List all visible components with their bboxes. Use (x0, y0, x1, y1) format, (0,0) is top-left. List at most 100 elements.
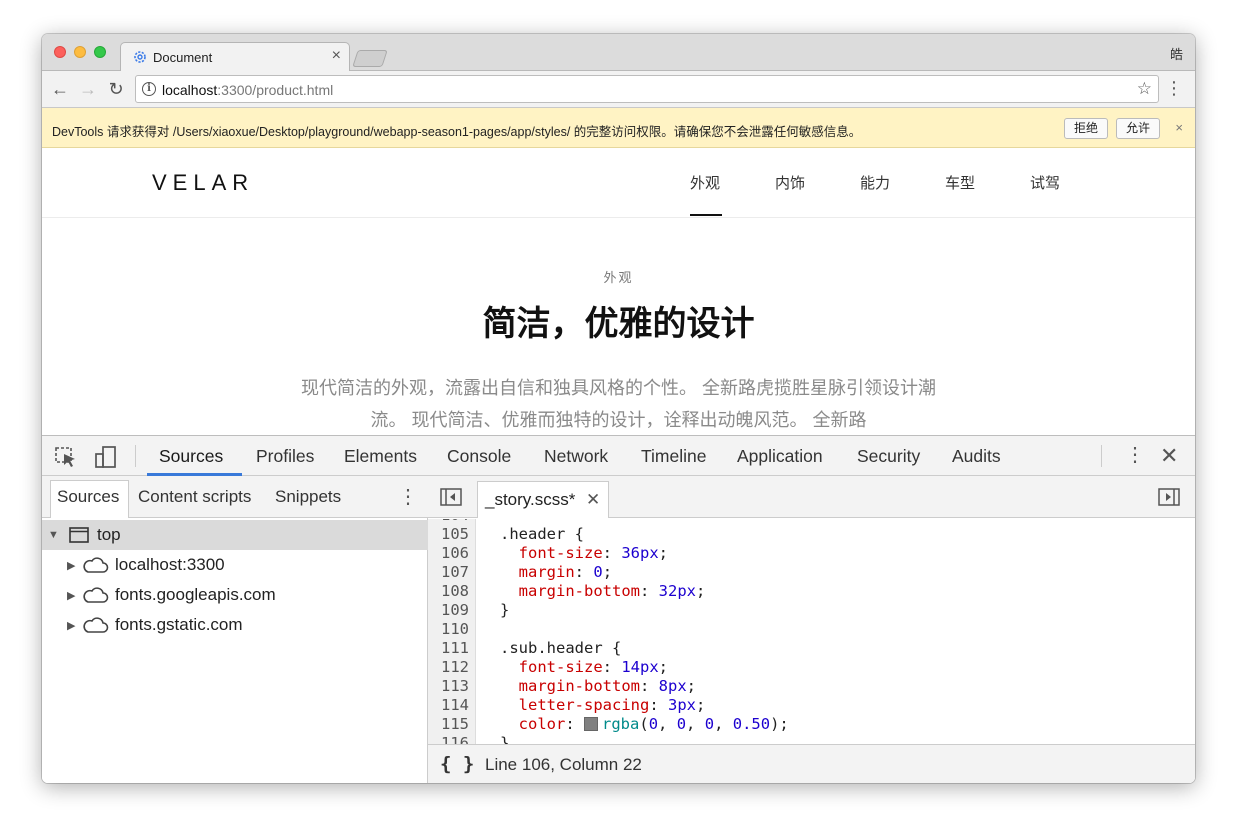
show-navigator-icon[interactable] (440, 488, 462, 506)
code-line[interactable]: 105 .header { (428, 525, 1195, 544)
code-token: font-size (518, 658, 603, 676)
expand-arrow-icon[interactable]: ▶ (67, 619, 75, 632)
address-bar[interactable]: i localhost:3300/product.html ☆ (135, 75, 1159, 103)
code-area[interactable]: 104105.header {106 font-size: 36px;107 m… (428, 519, 1195, 745)
code-text: margin: 0; (500, 563, 612, 581)
allow-button[interactable]: 允许 (1116, 118, 1161, 139)
tab-audits[interactable]: Audits (952, 446, 1001, 467)
nav-link-capability[interactable]: 能力 (860, 172, 890, 193)
code-line[interactable]: 115 color: rgba(0, 0, 0, 0.50); (428, 715, 1195, 734)
deny-button[interactable]: 拒绝 (1064, 118, 1109, 139)
code-text: margin-bottom: 32px; (500, 582, 706, 600)
code-line[interactable]: 110 (428, 620, 1195, 639)
tab-console[interactable]: Console (447, 446, 511, 467)
code-token: ; (686, 677, 697, 695)
new-tab-button[interactable] (352, 50, 388, 67)
editor-file-tab[interactable]: _story.scss* ✕ (477, 481, 609, 518)
code-line[interactable]: 106 font-size: 36px; (428, 544, 1195, 563)
back-icon[interactable]: ← (49, 78, 71, 100)
line-number[interactable]: 109 (428, 601, 469, 619)
tree-item-fonts-googleapis[interactable]: ▶ fonts.googleapis.com (42, 580, 428, 610)
devtools-menu-icon[interactable]: ⋮ (1125, 444, 1145, 466)
nav-link-interior[interactable]: 内饰 (775, 172, 805, 193)
line-number[interactable]: 105 (428, 525, 469, 543)
infobar-close-icon[interactable]: × (1175, 120, 1183, 135)
navigator-tab-sources[interactable]: Sources (57, 487, 119, 507)
devtools-toolbar: Sources Profiles Elements Console Networ… (42, 436, 1195, 476)
code-token: 36px (621, 544, 659, 562)
code-token: ; (696, 582, 706, 600)
code-text: } (500, 601, 509, 619)
reload-icon[interactable]: ↻ (105, 78, 127, 100)
browser-tab[interactable]: Document × (120, 42, 350, 72)
code-token: } (500, 601, 510, 619)
cloud-icon (83, 587, 109, 603)
code-line[interactable]: 108 margin-bottom: 32px; (428, 582, 1195, 601)
show-debugger-icon[interactable] (1158, 488, 1180, 506)
bookmark-star-icon[interactable]: ☆ (1137, 79, 1152, 99)
code-token: : (574, 563, 594, 581)
zoom-window-button[interactable] (94, 46, 106, 58)
code-token: ; (658, 544, 669, 562)
color-swatch-icon[interactable] (584, 717, 599, 731)
nav-link-exterior[interactable]: 外观 (690, 172, 720, 193)
tab-elements[interactable]: Elements (344, 446, 417, 467)
code-line[interactable]: 114 letter-spacing: 3px; (428, 696, 1195, 715)
code-token: ; (658, 658, 669, 676)
navigator-menu-icon[interactable]: ⋮ (398, 484, 418, 509)
tab-security[interactable]: Security (857, 446, 920, 467)
minimize-window-button[interactable] (74, 46, 86, 58)
tree-item-localhost[interactable]: ▶ localhost:3300 (42, 550, 428, 580)
nav-link-test-drive[interactable]: 试驾 (1030, 172, 1060, 193)
devtools-close-icon[interactable]: ✕ (1160, 443, 1178, 469)
line-number[interactable]: 104 (428, 519, 469, 524)
line-number[interactable]: 114 (428, 696, 469, 714)
tree-label: fonts.googleapis.com (115, 585, 276, 604)
navigator-tab-snippets[interactable]: Snippets (275, 487, 341, 507)
info-icon[interactable]: i (142, 82, 156, 96)
tree-item-fonts-gstatic[interactable]: ▶ fonts.gstatic.com (42, 610, 428, 640)
browser-menu-icon[interactable]: ⋮ (1165, 78, 1183, 98)
code-token: margin-bottom (518, 677, 640, 695)
site-logo[interactable]: VELAR (152, 170, 254, 196)
code-line[interactable]: 111 .sub.header { (428, 639, 1195, 658)
line-number[interactable]: 112 (428, 658, 469, 676)
close-window-button[interactable] (54, 46, 66, 58)
tab-network[interactable]: Network (544, 446, 608, 467)
nav-link-models[interactable]: 车型 (945, 172, 975, 193)
profile-button[interactable]: 皓 (1170, 44, 1183, 63)
code-line[interactable]: 113 margin-bottom: 8px; (428, 677, 1195, 696)
code-line[interactable]: 109} (428, 601, 1195, 620)
line-number[interactable]: 113 (428, 677, 469, 695)
device-mode-icon[interactable] (94, 446, 118, 468)
navigator-tab-content-scripts[interactable]: Content scripts (138, 487, 251, 507)
inspect-element-icon[interactable] (54, 446, 78, 468)
tab-sources[interactable]: Sources (159, 446, 223, 467)
code-line[interactable]: 107 margin: 0; (428, 563, 1195, 582)
pretty-print-button[interactable]: { } (440, 753, 474, 775)
tab-close-icon[interactable]: × (332, 48, 341, 64)
expand-arrow-icon[interactable]: ▶ (67, 559, 75, 572)
url-text[interactable]: localhost:3300/product.html (162, 82, 333, 98)
collapse-arrow-icon[interactable]: ▼ (48, 529, 59, 541)
file-tab-label: _story.scss* (485, 490, 576, 509)
line-number[interactable]: 108 (428, 582, 469, 600)
code-token: , (686, 715, 705, 733)
line-number[interactable]: 110 (428, 620, 469, 638)
frame-icon (69, 527, 89, 543)
tab-timeline[interactable]: Timeline (641, 446, 706, 467)
code-token: 8px (658, 677, 687, 695)
code-line[interactable]: 112 font-size: 14px; (428, 658, 1195, 677)
forward-icon[interactable]: → (77, 78, 99, 100)
line-number[interactable]: 106 (428, 544, 469, 562)
tab-profiles[interactable]: Profiles (256, 446, 314, 467)
line-number[interactable]: 107 (428, 563, 469, 581)
file-tab-close-icon[interactable]: ✕ (586, 490, 600, 510)
expand-arrow-icon[interactable]: ▶ (67, 589, 75, 602)
line-number[interactable]: 115 (428, 715, 469, 733)
line-number[interactable]: 111 (428, 639, 469, 657)
tab-application[interactable]: Application (737, 446, 823, 467)
tree-item-top[interactable]: ▼ top (42, 520, 428, 550)
